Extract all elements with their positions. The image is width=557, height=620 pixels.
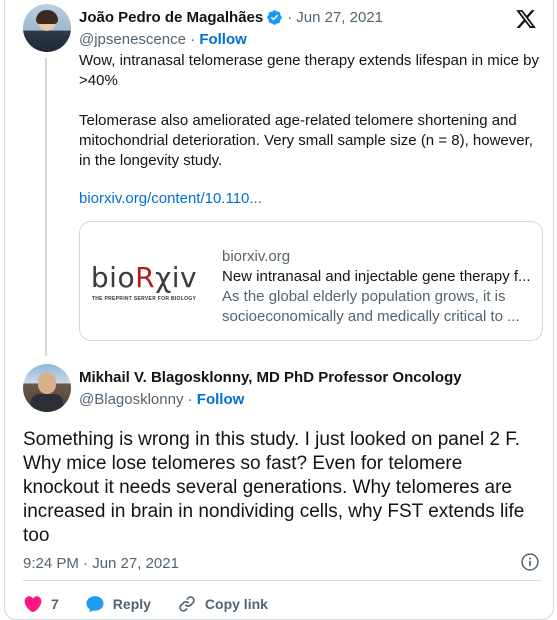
copy-link-button[interactable]: Copy link [177,594,268,614]
quoted-author-handle[interactable]: @jpsenescence [79,31,186,48]
main-author-avatar[interactable] [23,364,71,412]
separator-dot: · [190,31,196,48]
preview-domain: biorxiv.org [222,248,291,265]
main-author-row: Mikhail V. Blagosklonny, MD PhD Professo… [79,369,462,386]
separator-dot: · [187,391,193,408]
divider [23,580,541,581]
like-button[interactable]: 7 [23,594,59,614]
heart-icon [24,596,42,613]
article-link[interactable]: biorxiv.org/content/10.110... [79,190,262,207]
preview-text: biorxiv.org New intranasal and injectabl… [222,247,532,327]
quoted-tweet-date[interactable]: Jun 27, 2021 [296,9,383,26]
quoted-tweet-text: Wow, intranasal telomerase gene therapy … [79,51,547,171]
follow-button[interactable]: Follow [199,31,247,48]
quoted-paragraph-1: Wow, intranasal telomerase gene therapy … [79,52,539,89]
tweet-timestamp[interactable]: 9:24 PM · Jun 27, 2021 [23,555,179,572]
action-bar: 7 Reply Copy link [23,594,294,614]
main-author-name[interactable]: Mikhail V. Blagosklonny, MD PhD Professo… [79,369,462,386]
tweet-embed-card: João Pedro de Magalhães · Jun 27, 2021 @… [4,0,554,620]
main-tweet-text: Something is wrong in this study. I just… [23,429,525,546]
quoted-paragraph-2: Telomerase also ameliorated age-related … [79,112,533,169]
reply-bubble-icon [86,596,104,613]
biorxiv-logo: bioRχiv THE PREPRINT SERVER FOR BIOLOGY [90,260,198,302]
link-preview-card[interactable]: bioRχiv THE PREPRINT SERVER FOR BIOLOGY … [79,221,543,341]
main-handle-row: @Blagosklonny · Follow [79,391,244,408]
quoted-author-name[interactable]: João Pedro de Magalhães [79,9,263,26]
reply-label: Reply [112,596,151,612]
link-icon [179,596,195,612]
preview-description: As the global elderly population grows, … [222,288,520,325]
reply-button[interactable]: Reply [85,594,151,614]
follow-button[interactable]: Follow [197,391,245,408]
verified-badge-icon [267,10,282,25]
quoted-handle-row: @jpsenescence · Follow [79,31,247,48]
separator-dot: · [287,9,293,26]
copy-link-label: Copy link [204,596,268,612]
quoted-author-avatar[interactable] [23,4,71,52]
info-icon[interactable] [520,552,540,572]
main-author-handle[interactable]: @Blagosklonny [79,391,183,408]
x-logo-icon[interactable] [515,8,537,30]
thread-line [45,58,47,356]
preview-title: New intranasal and injectable gene thera… [222,268,531,285]
like-count: 7 [51,596,59,612]
quoted-author-row: João Pedro de Magalhães · Jun 27, 2021 [79,9,383,26]
